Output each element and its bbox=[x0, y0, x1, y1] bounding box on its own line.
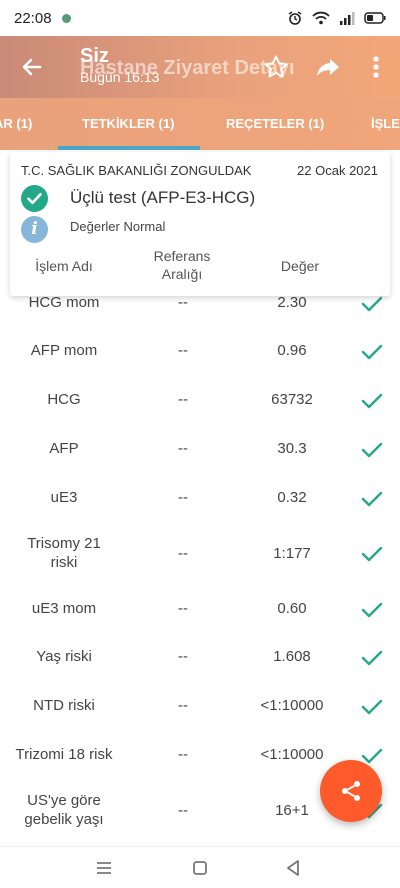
check-icon bbox=[352, 633, 392, 682]
check-icon bbox=[352, 474, 392, 523]
row-reference: -- bbox=[178, 648, 188, 666]
signal-icon bbox=[340, 12, 355, 25]
row-reference: -- bbox=[178, 697, 188, 715]
row-name: uE3 mom bbox=[31, 600, 97, 618]
check-icon bbox=[352, 327, 392, 376]
row-name-line2: riski bbox=[50, 554, 78, 571]
status-bar: 22:08 bbox=[0, 0, 400, 36]
column-header-value: Değer bbox=[280, 258, 320, 274]
row-name-line1: US'ye göre bbox=[27, 792, 101, 810]
row-value: 0.60 bbox=[277, 600, 307, 618]
system-navigation-bar bbox=[0, 846, 400, 888]
row-value: 1:177 bbox=[273, 544, 311, 562]
row-value: 63732 bbox=[271, 391, 313, 409]
table-row[interactable]: uE3 mom -- 0.60 bbox=[0, 585, 400, 634]
table-row[interactable]: HCG -- 63732 bbox=[0, 376, 400, 425]
row-reference: -- bbox=[178, 801, 188, 819]
tab-tetkikler[interactable]: TETKİKLER (1) bbox=[82, 98, 174, 150]
check-icon bbox=[352, 585, 392, 634]
table-row[interactable]: Yaş riski -- 1.608 bbox=[0, 633, 400, 682]
page-title: Siz bbox=[80, 45, 109, 67]
check-icon bbox=[352, 523, 392, 585]
row-name: AFP bbox=[49, 440, 79, 458]
status-time: 22:08 bbox=[14, 9, 52, 27]
share-fab-button[interactable] bbox=[320, 760, 382, 822]
row-name: HCG bbox=[47, 391, 81, 409]
wifi-icon bbox=[312, 11, 330, 25]
check-circle-icon bbox=[21, 185, 48, 212]
row-name-line1: Trisomy 21 bbox=[27, 535, 101, 553]
row-name: Yaş riski bbox=[36, 648, 92, 666]
info-icon: i bbox=[21, 216, 48, 243]
table-row[interactable]: HCG mom -- 2.30 bbox=[0, 296, 400, 328]
menu-lines-icon[interactable] bbox=[91, 855, 117, 881]
row-value: 2.30 bbox=[277, 296, 307, 312]
check-icon bbox=[352, 296, 392, 328]
row-name: NTD riski bbox=[33, 697, 95, 715]
battery-icon bbox=[364, 12, 386, 24]
table-row[interactable]: AFP mom -- 0.96 bbox=[0, 327, 400, 376]
row-reference: -- bbox=[178, 440, 188, 458]
row-value: 0.32 bbox=[277, 489, 307, 507]
back-triangle-icon[interactable] bbox=[281, 855, 307, 881]
tab-partial-left[interactable]: AR (1) bbox=[0, 98, 32, 150]
row-name: US'ye göre gebelik yaşı bbox=[0, 780, 128, 842]
row-name: Trizomi 18 risk bbox=[15, 746, 113, 764]
check-icon bbox=[352, 425, 392, 474]
row-name: HCG mom bbox=[28, 296, 100, 312]
results-list: HCG mom -- 2.30 AFP mom -- 0.96 HCG -- 6… bbox=[0, 296, 400, 842]
row-reference: -- bbox=[178, 489, 188, 507]
row-value: 1.608 bbox=[273, 648, 311, 666]
row-value: 0.96 bbox=[277, 342, 307, 360]
row-name: AFP mom bbox=[30, 342, 98, 360]
column-header-reference: Referans Aralığı bbox=[132, 248, 232, 283]
title-block: Hastane Ziyaret Detayı Siz Bugün 16:13 bbox=[80, 45, 295, 85]
check-icon bbox=[352, 682, 392, 731]
app-bar: Hastane Ziyaret Detayı Siz Bugün 16:13 bbox=[0, 36, 400, 98]
share-icon bbox=[342, 781, 360, 801]
tab-receteler[interactable]: REÇETELER (1) bbox=[226, 98, 324, 150]
tab-active-indicator bbox=[58, 146, 200, 150]
table-row[interactable]: uE3 -- 0.32 bbox=[0, 474, 400, 523]
table-row[interactable]: Trisomy 21 riski -- 1:177 bbox=[0, 523, 400, 585]
column-header-reference-line1: Referans bbox=[153, 248, 211, 264]
row-reference: -- bbox=[178, 391, 188, 409]
column-header-reference-line2: Aralığı bbox=[161, 265, 203, 282]
test-name: Üçlü test (AFP-E3-HCG) bbox=[70, 188, 256, 207]
alarm-icon bbox=[288, 11, 302, 25]
back-arrow-icon[interactable] bbox=[18, 53, 46, 81]
tab-partial-right[interactable]: İŞLE bbox=[371, 98, 400, 150]
share-arrow-icon[interactable] bbox=[314, 53, 342, 81]
row-name: uE3 bbox=[50, 489, 78, 507]
table-row[interactable]: NTD riski -- <1:10000 bbox=[0, 682, 400, 731]
row-reference: -- bbox=[178, 600, 188, 618]
home-square-icon[interactable] bbox=[187, 855, 213, 881]
test-summary-card: T.C. SAĞLIK BAKANLIĞI ZONGULDAK 22 Ocak … bbox=[10, 152, 390, 296]
star-outline-icon[interactable] bbox=[262, 53, 290, 81]
row-reference: -- bbox=[178, 746, 188, 764]
test-date: 22 Ocak 2021 bbox=[297, 163, 378, 178]
row-name-line2: gebelik yaşı bbox=[24, 811, 104, 828]
table-row[interactable]: AFP -- 30.3 bbox=[0, 425, 400, 474]
more-vertical-icon[interactable] bbox=[362, 53, 390, 81]
row-reference: -- bbox=[178, 544, 188, 562]
column-header-name: İşlem Adı bbox=[35, 258, 93, 274]
row-reference: -- bbox=[178, 342, 188, 360]
status-icons bbox=[287, 10, 386, 26]
tab-bar: AR (1) TETKİKLER (1) REÇETELER (1) İŞLE bbox=[0, 98, 400, 150]
page-subtitle: Bugün 16:13 bbox=[80, 69, 160, 85]
check-icon bbox=[352, 376, 392, 425]
row-name: Trisomy 21 riski bbox=[0, 523, 128, 585]
row-value: <1:10000 bbox=[260, 697, 324, 715]
notification-dot-icon bbox=[61, 13, 71, 23]
row-value: 30.3 bbox=[277, 440, 307, 458]
institution-name: T.C. SAĞLIK BAKANLIĞI ZONGULDAK bbox=[21, 163, 252, 178]
status-note: Değerler Normal bbox=[70, 219, 166, 234]
row-reference: -- bbox=[178, 296, 188, 312]
